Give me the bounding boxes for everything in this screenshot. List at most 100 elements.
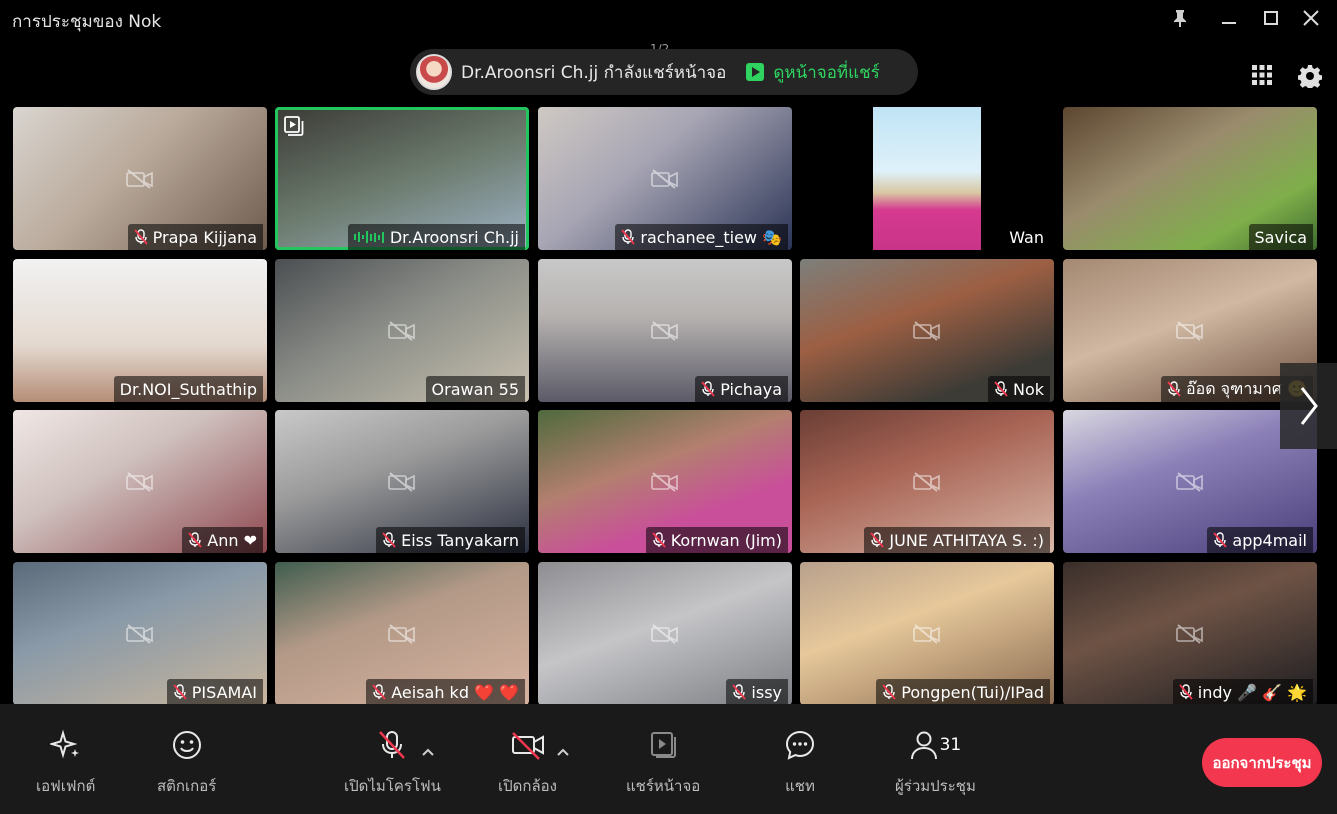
camera-off-icon: [1176, 471, 1203, 492]
share-screen-label: แชร์หน้าจอ: [626, 777, 701, 795]
participant-tile[interactable]: Orawan 55: [275, 259, 529, 402]
participant-name: Pongpen(Tui)/IPad: [901, 682, 1044, 702]
participant-name: PISAMAI: [191, 682, 257, 702]
participants-label: ผู้ร่วมประชุม: [895, 777, 976, 795]
participant-tile[interactable]: PISAMAI: [13, 562, 267, 705]
smiley-icon: [170, 728, 204, 762]
participant-nametag: Kornwan (Jim): [645, 527, 788, 553]
camera-options-chevron-icon[interactable]: [556, 742, 570, 756]
share-status-text: Dr.Aroonsri Ch.jj กำลังแชร์หน้าจอ: [461, 62, 727, 83]
microphone-button[interactable]: เปิดไมโครโฟน: [344, 728, 441, 798]
participant-nametag: Pongpen(Tui)/IPad: [876, 679, 1050, 705]
participant-tile[interactable]: อ๊อด จุฑามาศ 🙂: [1063, 259, 1317, 402]
participant-tile[interactable]: rachanee_tiew 🎭: [538, 107, 792, 250]
participants-count: 31: [939, 735, 962, 755]
share-screen-button[interactable]: แชร์หน้าจอ: [626, 728, 700, 798]
camera-off-icon: [651, 471, 678, 492]
chevron-right-icon: [1300, 387, 1318, 425]
participant-nametag: Prapa Kijjana: [127, 224, 263, 250]
camera-off-icon: [388, 623, 415, 644]
next-page-button[interactable]: [1280, 363, 1337, 449]
participant-tile[interactable]: app4mail: [1063, 410, 1317, 553]
view-shared-screen-button[interactable]: ดูหน้าจอที่แชร์: [746, 59, 880, 86]
participant-nametag: Orawan 55: [425, 376, 525, 402]
mic-muted-icon: [994, 381, 1008, 397]
participant-name: JUNE ATHITAYA S. :): [889, 530, 1044, 550]
participant-nametag: app4mail: [1207, 527, 1313, 553]
gear-icon[interactable]: [1297, 64, 1323, 90]
minimize-icon[interactable]: [1215, 6, 1243, 30]
participant-name: Savica: [1254, 227, 1307, 247]
camera-off-icon: [388, 471, 415, 492]
participant-name: Ann ❤: [207, 530, 257, 550]
participant-tile[interactable]: Dr.Aroonsri Ch.jj: [275, 107, 529, 250]
stickers-button[interactable]: สติกเกอร์: [157, 728, 216, 798]
screen-share-banner: Dr.Aroonsri Ch.jj กำลังแชร์หน้าจอ ดูหน้า…: [410, 49, 918, 95]
chat-button[interactable]: แชท: [783, 728, 817, 798]
participant-tile[interactable]: issy: [538, 562, 792, 705]
participant-nametag: JUNE ATHITAYA S. :): [864, 527, 1050, 553]
participant-nametag: PISAMAI: [166, 679, 263, 705]
participant-nametag: Pichaya: [695, 376, 788, 402]
participant-tile[interactable]: Eiss Tanyakarn: [275, 410, 529, 553]
participant-tile[interactable]: Kornwan (Jim): [538, 410, 792, 553]
camera-button[interactable]: เปิดกล้อง: [498, 728, 557, 798]
window-title: การประชุมของ Nok: [12, 12, 162, 32]
participant-tile[interactable]: Ann ❤: [13, 410, 267, 553]
mic-muted-icon: [382, 532, 396, 548]
participant-name: Prapa Kijjana: [152, 227, 257, 247]
mic-muted-icon: [188, 532, 202, 548]
participant-tile[interactable]: indy 🎤 🎸 🌟: [1063, 562, 1317, 705]
participant-tile[interactable]: Dr.NOI_Suthathip: [13, 259, 267, 402]
grid-view-icon[interactable]: [1251, 64, 1275, 88]
camera-off-icon: [1176, 320, 1203, 341]
participant-tile[interactable]: Nok: [800, 259, 1054, 402]
mic-muted-icon: [173, 684, 187, 700]
chat-label: แชท: [785, 777, 815, 795]
mic-muted-icon: [1167, 381, 1181, 397]
participant-name: Eiss Tanyakarn: [401, 530, 519, 550]
leave-meeting-button[interactable]: ออกจากประชุม: [1202, 738, 1322, 787]
avatar: [416, 54, 452, 90]
effects-label: เอฟเฟกต์: [36, 777, 96, 795]
mic-off-icon: [375, 728, 409, 762]
participant-name: Dr.Aroonsri Ch.jj: [389, 227, 519, 247]
participant-name: Dr.NOI_Suthathip: [119, 379, 257, 399]
camera-label: เปิดกล้อง: [498, 777, 557, 795]
camera-off-icon: [651, 168, 678, 189]
leave-meeting-label: ออกจากประชุม: [1212, 753, 1312, 772]
participant-tile[interactable]: JUNE ATHITAYA S. :): [800, 410, 1054, 553]
mic-muted-icon: [701, 381, 715, 397]
participant-tile[interactable]: Aeisah kd ❤️ ❤️: [275, 562, 529, 705]
sparkle-icon: [49, 728, 83, 762]
participant-tile[interactable]: Savica: [1063, 107, 1317, 250]
participant-name: Pichaya: [720, 379, 782, 399]
participant-name: Kornwan (Jim): [670, 530, 782, 550]
mic-options-chevron-icon[interactable]: [421, 742, 435, 756]
camera-off-icon: [511, 728, 545, 762]
mic-muted-icon: [1213, 532, 1228, 548]
meeting-toolbar: เอฟเฟกต์ สติกเกอร์ เปิดไมโครโฟน เปิดกล้อ…: [0, 704, 1337, 814]
maximize-icon[interactable]: [1257, 6, 1285, 30]
stickers-label: สติกเกอร์: [157, 777, 217, 795]
participant-tile[interactable]: Wan: [800, 107, 1054, 250]
participant-nametag: Wan: [1003, 224, 1050, 250]
participant-name: app4mail: [1232, 530, 1307, 550]
camera-off-icon: [126, 168, 153, 189]
participant-nametag: Aeisah kd ❤️ ❤️: [366, 679, 525, 705]
participant-tile[interactable]: Pichaya: [538, 259, 792, 402]
pin-icon[interactable]: [1166, 6, 1194, 30]
camera-off-icon: [913, 471, 940, 492]
participant-nametag: Dr.Aroonsri Ch.jj: [347, 224, 525, 250]
participant-nametag: Nok: [987, 376, 1050, 402]
camera-off-icon: [651, 623, 678, 644]
close-icon[interactable]: [1297, 6, 1325, 30]
effects-button[interactable]: เอฟเฟกต์: [36, 728, 95, 798]
mic-label: เปิดไมโครโฟน: [344, 777, 441, 795]
participants-icon-group: 31: [910, 728, 962, 762]
participant-name: Wan: [1009, 227, 1044, 247]
participant-tile[interactable]: Pongpen(Tui)/IPad: [800, 562, 1054, 705]
participant-tile[interactable]: Prapa Kijjana: [13, 107, 267, 250]
participants-button[interactable]: 31 ผู้ร่วมประชุม: [895, 728, 976, 798]
participant-name: Orawan 55: [431, 379, 519, 399]
